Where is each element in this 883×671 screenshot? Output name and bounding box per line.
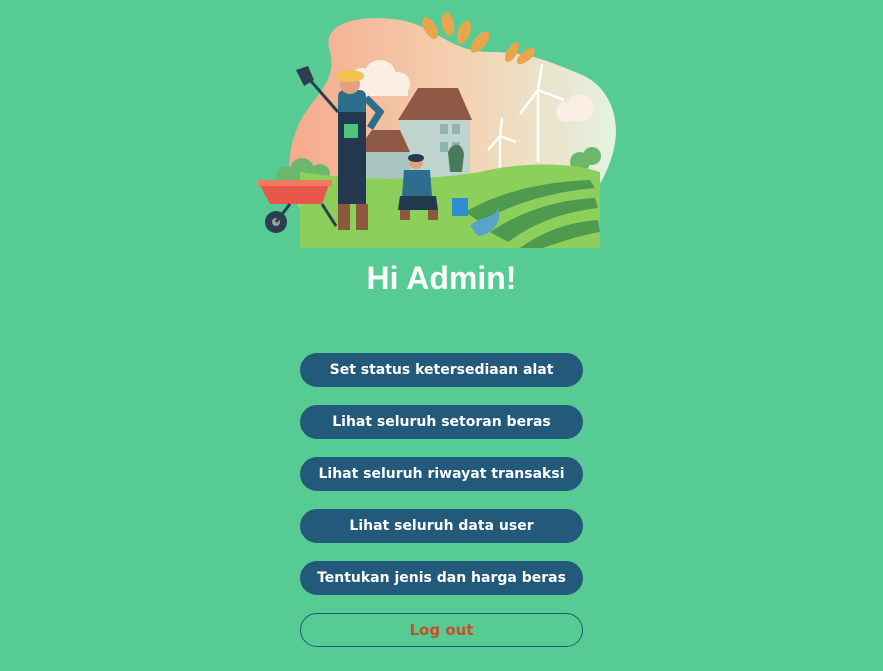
view-rice-deposits-button[interactable]: Lihat seluruh setoran beras [300, 405, 583, 439]
view-user-data-button[interactable]: Lihat seluruh data user [300, 509, 583, 543]
set-tool-availability-button[interactable]: Set status ketersediaan alat [300, 353, 583, 387]
admin-menu: Set status ketersediaan alat Lihat selur… [300, 353, 583, 647]
view-transaction-history-button[interactable]: Lihat seluruh riwayat transaksi [300, 457, 583, 491]
greeting-title: Hi Admin! [366, 260, 517, 296]
farm-illustration [258, 12, 616, 248]
set-rice-type-price-button[interactable]: Tentukan jenis dan harga beras [300, 561, 583, 595]
logout-button[interactable]: Log out [300, 613, 583, 647]
